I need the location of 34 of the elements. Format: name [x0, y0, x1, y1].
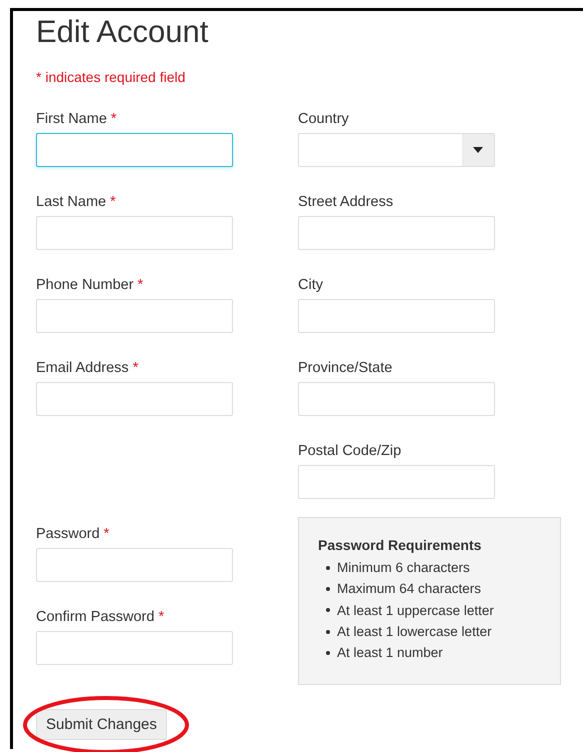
bullet-icon — [326, 608, 330, 612]
required-asterisk: * — [138, 277, 144, 293]
page-title: Edit Account — [36, 13, 210, 50]
field-label: Confirm Password — [36, 609, 154, 625]
field-label: Country — [298, 111, 349, 127]
field-label: Postal Code/Zip — [298, 443, 402, 459]
requirement-text: Maximum 64 characters — [337, 580, 482, 598]
required-asterisk: * — [110, 111, 117, 127]
bullet-icon — [326, 566, 330, 570]
field-label: Street Address — [298, 194, 394, 210]
field-label: Phone Number — [36, 277, 134, 293]
field-label: First Name — [36, 111, 107, 127]
requirement-text: Minimum 6 characters — [337, 559, 470, 577]
bullet-icon — [326, 630, 330, 634]
bullet-icon — [326, 650, 330, 655]
submit-button[interactable]: Submit Changes — [36, 709, 167, 740]
field-label: Email Address — [36, 360, 129, 376]
caret-icon — [473, 147, 483, 153]
requirement-text: At least 1 number — [337, 644, 443, 662]
select-field[interactable] — [298, 133, 495, 167]
bullet-icon — [326, 586, 330, 591]
required-asterisk: * — [110, 194, 116, 210]
field-label: Password — [36, 526, 100, 542]
requirement-text: At least 1 lowercase letter — [337, 622, 492, 641]
input-field[interactable] — [36, 133, 233, 167]
required-asterisk: * — [132, 360, 138, 376]
field-label: Province/State — [298, 360, 392, 376]
requirement-text: At least 1 uppercase letter — [337, 602, 494, 620]
field-label: Last Name — [36, 194, 106, 210]
field-label: City — [298, 277, 323, 293]
required-asterisk: * — [158, 609, 164, 625]
required-note: * indicates required field — [36, 68, 186, 86]
required-asterisk: * — [104, 526, 110, 542]
requirements-title: Password Requirements — [318, 536, 482, 554]
